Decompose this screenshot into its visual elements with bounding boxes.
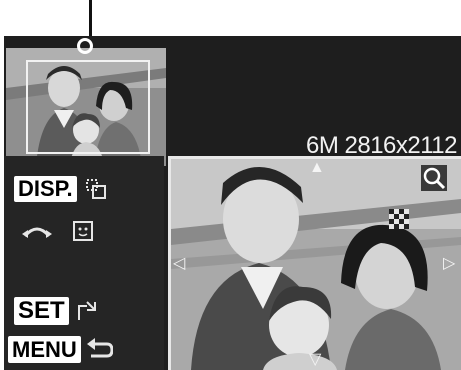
leader-dot xyxy=(77,38,93,54)
face-detect-icon[interactable] xyxy=(72,220,94,242)
back-arrow-icon xyxy=(86,337,113,357)
set-button[interactable]: SET xyxy=(14,297,69,325)
control-panel: DISP. SET MENU xyxy=(4,156,164,370)
scroll-left-arrow-icon[interactable]: ◁ xyxy=(173,253,185,273)
rotate-icon[interactable] xyxy=(22,222,52,240)
main-image[interactable]: ▲ ▽ ◁ ▷ xyxy=(168,156,461,370)
camera-screen: 6M 2816x2112 DISP. SET MENU ▲ ▽ ◁ ▷ xyxy=(4,36,461,370)
disp-button[interactable]: DISP. xyxy=(14,176,77,202)
family-photo xyxy=(171,159,461,370)
leader-line xyxy=(89,0,92,40)
scroll-right-arrow-icon[interactable]: ▷ xyxy=(443,253,455,273)
checker-zoom-icon xyxy=(389,209,409,229)
magnifier-icon[interactable] xyxy=(421,165,447,191)
selection-frame xyxy=(26,60,150,154)
frame-select-icon xyxy=(77,301,96,320)
scroll-down-arrow-icon[interactable]: ▽ xyxy=(309,349,321,369)
thumbnail-preview xyxy=(6,48,166,166)
scroll-up-arrow-icon[interactable]: ▲ xyxy=(309,159,325,177)
frame-switch-icon xyxy=(85,179,106,199)
menu-button[interactable]: MENU xyxy=(8,336,81,363)
